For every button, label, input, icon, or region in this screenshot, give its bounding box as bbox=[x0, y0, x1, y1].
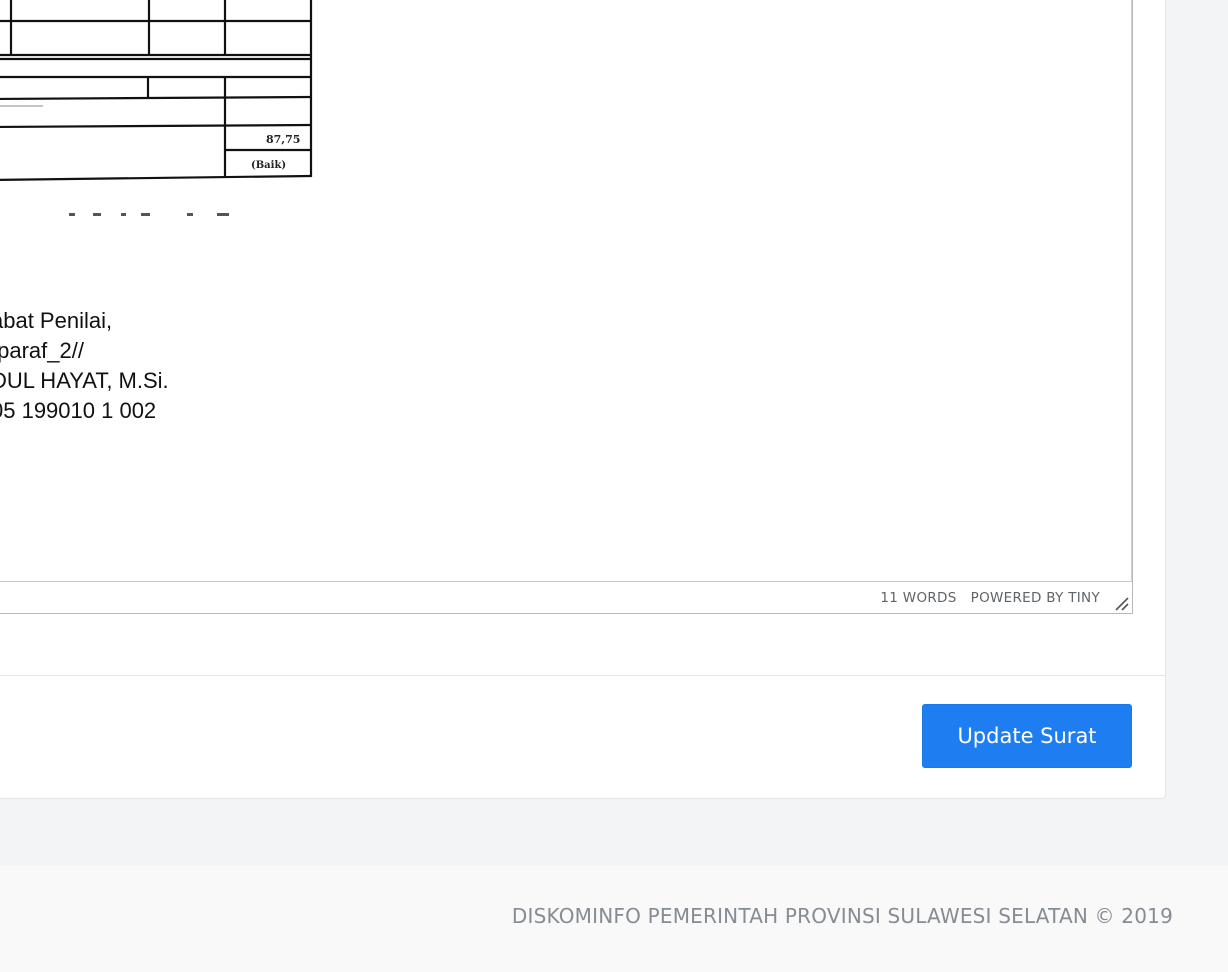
rich-text-editor[interactable]: 87,75 (Baik) abat Penilai, /paraf_2// DU… bbox=[0, 0, 1133, 614]
signature-line: abat Penilai, bbox=[0, 308, 113, 333]
signature-block: abat Penilai, /paraf_2// DUL HAYAT, M.Si… bbox=[0, 306, 169, 426]
footer-copyright: DISKOMINFO PEMERINTAH PROVINSI SULAWESI … bbox=[511, 904, 1173, 928]
word-count[interactable]: 11 WORDS bbox=[880, 590, 956, 606]
signature-line: /paraf_2// bbox=[0, 338, 84, 363]
editor-content-area[interactable]: 87,75 (Baik) abat Penilai, /paraf_2// DU… bbox=[0, 0, 1132, 581]
table-predicate-text: (Baik) bbox=[251, 160, 286, 171]
update-surat-button[interactable]: Update Surat bbox=[922, 704, 1132, 768]
resize-handle-icon[interactable] bbox=[1113, 595, 1129, 611]
powered-by-tiny-link[interactable]: POWERED BY TINY bbox=[971, 590, 1100, 606]
scanned-score-table: 87,75 (Baik) bbox=[0, 0, 313, 216]
editor-statusbar: 11 WORDS POWERED BY TINY bbox=[0, 581, 1132, 613]
signature-line: DUL HAYAT, M.Si. bbox=[0, 368, 169, 393]
signature-line: 05 199010 1 002 bbox=[0, 398, 157, 423]
page-footer: DISKOMINFO PEMERINTAH PROVINSI SULAWESI … bbox=[0, 866, 1228, 972]
table-score-text: 87,75 bbox=[266, 133, 300, 146]
